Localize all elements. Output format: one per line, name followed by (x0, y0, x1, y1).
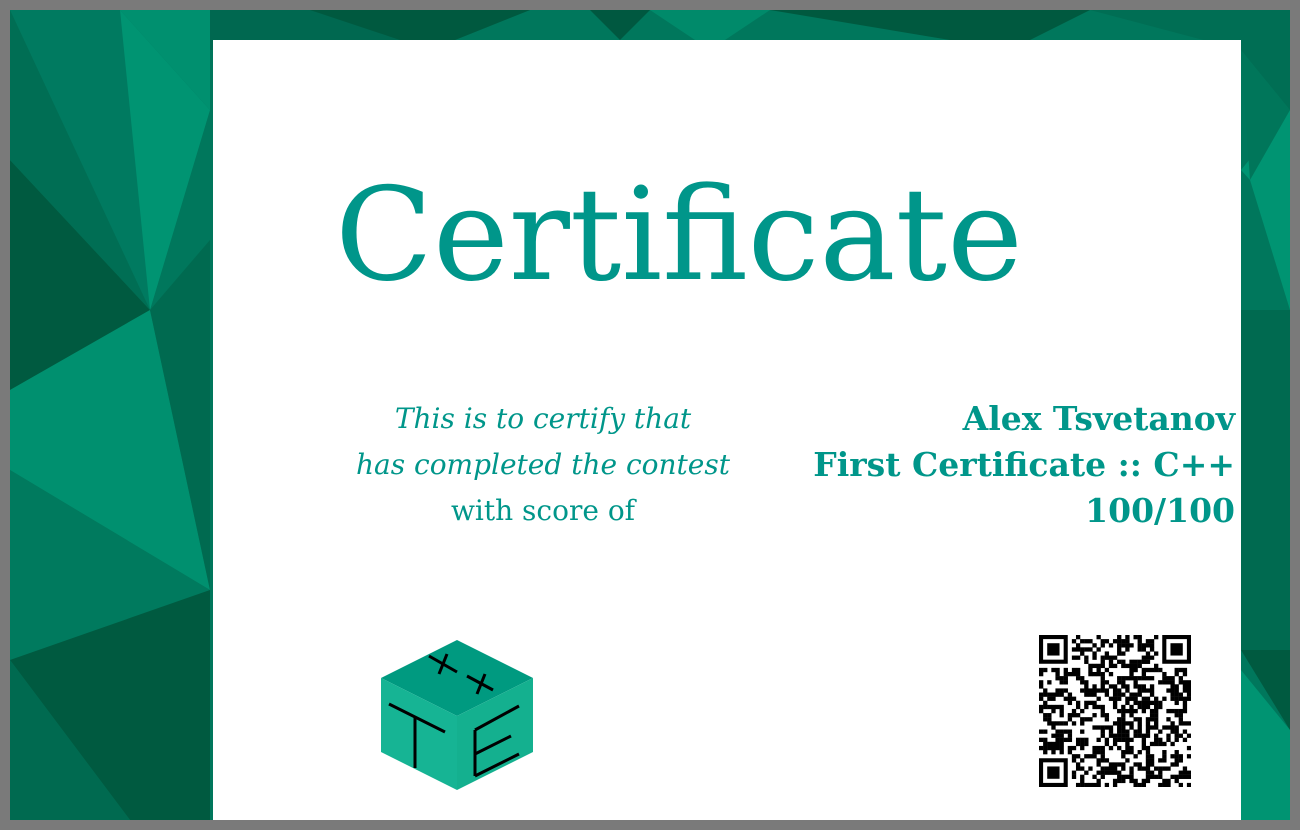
intro-line-contest: has completed the contest (356, 448, 730, 481)
certificate-frame: Certificate This is to certify that has … (10, 10, 1290, 820)
contest-name: First Certificate :: C++ (813, 445, 1235, 484)
certificate-intro: This is to certify that has completed th… (333, 396, 753, 534)
qr-code-icon (1039, 635, 1191, 787)
recipient-name: Alex Tsvetanov (962, 399, 1235, 438)
certificate-title: Certificate (335, 161, 1023, 310)
intro-line-score: with score of (450, 494, 636, 527)
certificate-details: Alex Tsvetanov First Certificate :: C++ … (715, 396, 1235, 534)
intro-line-certify: This is to certify that (394, 402, 692, 435)
certificate-paper: Certificate This is to certify that has … (213, 40, 1241, 820)
cube-logo-icon (381, 640, 533, 790)
contest-score: 100/100 (1085, 491, 1235, 530)
